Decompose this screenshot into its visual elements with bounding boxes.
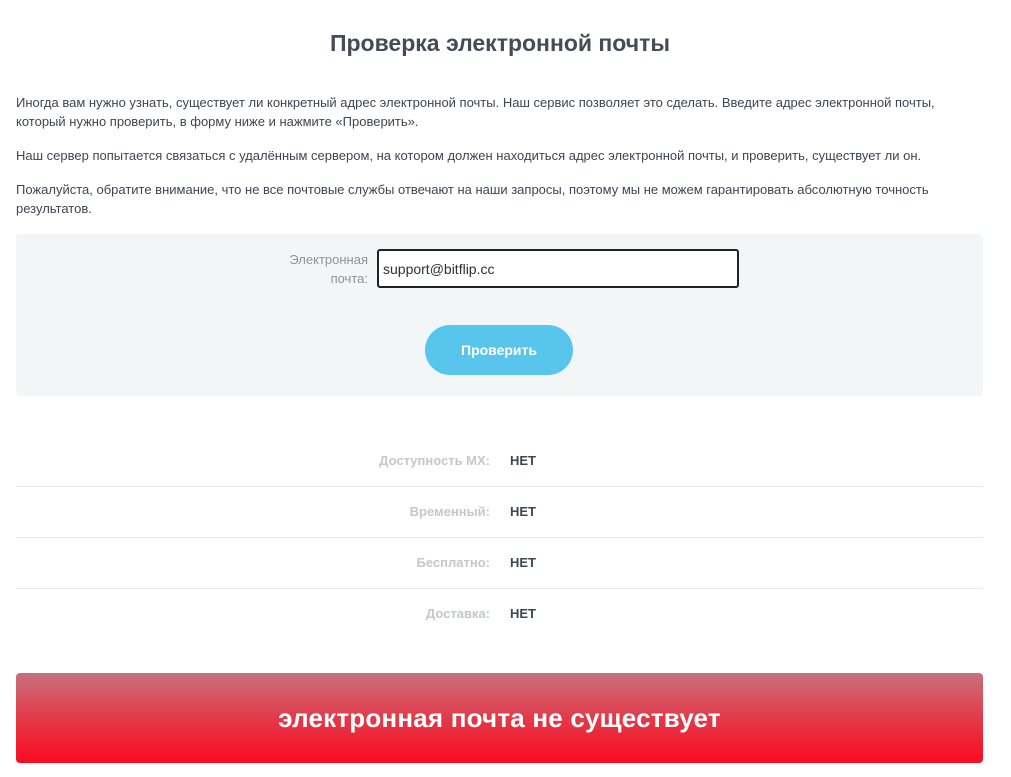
result-value: НЕТ — [510, 555, 536, 570]
result-value: НЕТ — [510, 606, 536, 621]
result-row-mx: Доступность MX: НЕТ — [16, 436, 983, 487]
email-label: Электронная почта: — [289, 252, 368, 286]
result-label: Бесплатно: — [416, 555, 490, 570]
page-title: Проверка электронной почты — [329, 30, 671, 56]
intro-paragraph-2: Наш сервер попытается связаться с удалён… — [16, 148, 922, 163]
result-row-delivery: Доставка: НЕТ — [16, 589, 983, 639]
status-banner: электронная почта не существует — [16, 673, 983, 763]
result-value: НЕТ — [510, 504, 536, 519]
intro-paragraph-3: Пожалуйста, обратите внимание, что не вс… — [16, 182, 929, 216]
email-input[interactable] — [377, 249, 739, 288]
result-label: Доставка: — [425, 606, 490, 621]
check-button[interactable]: Проверить — [425, 325, 573, 375]
result-row-temporary: Временный: НЕТ — [16, 487, 983, 538]
result-value: НЕТ — [510, 453, 536, 468]
email-check-form: Электронная почта: Проверить — [16, 234, 983, 396]
intro-paragraph-1: Иногда вам нужно узнать, существует ли к… — [16, 95, 935, 129]
results-table: Доступность MX: НЕТ Временный: НЕТ Беспл… — [16, 436, 983, 639]
result-row-free: Бесплатно: НЕТ — [16, 538, 983, 589]
status-message: электронная почта не существует — [278, 702, 721, 733]
result-label: Временный: — [409, 504, 490, 519]
result-label: Доступность MX: — [379, 453, 490, 468]
